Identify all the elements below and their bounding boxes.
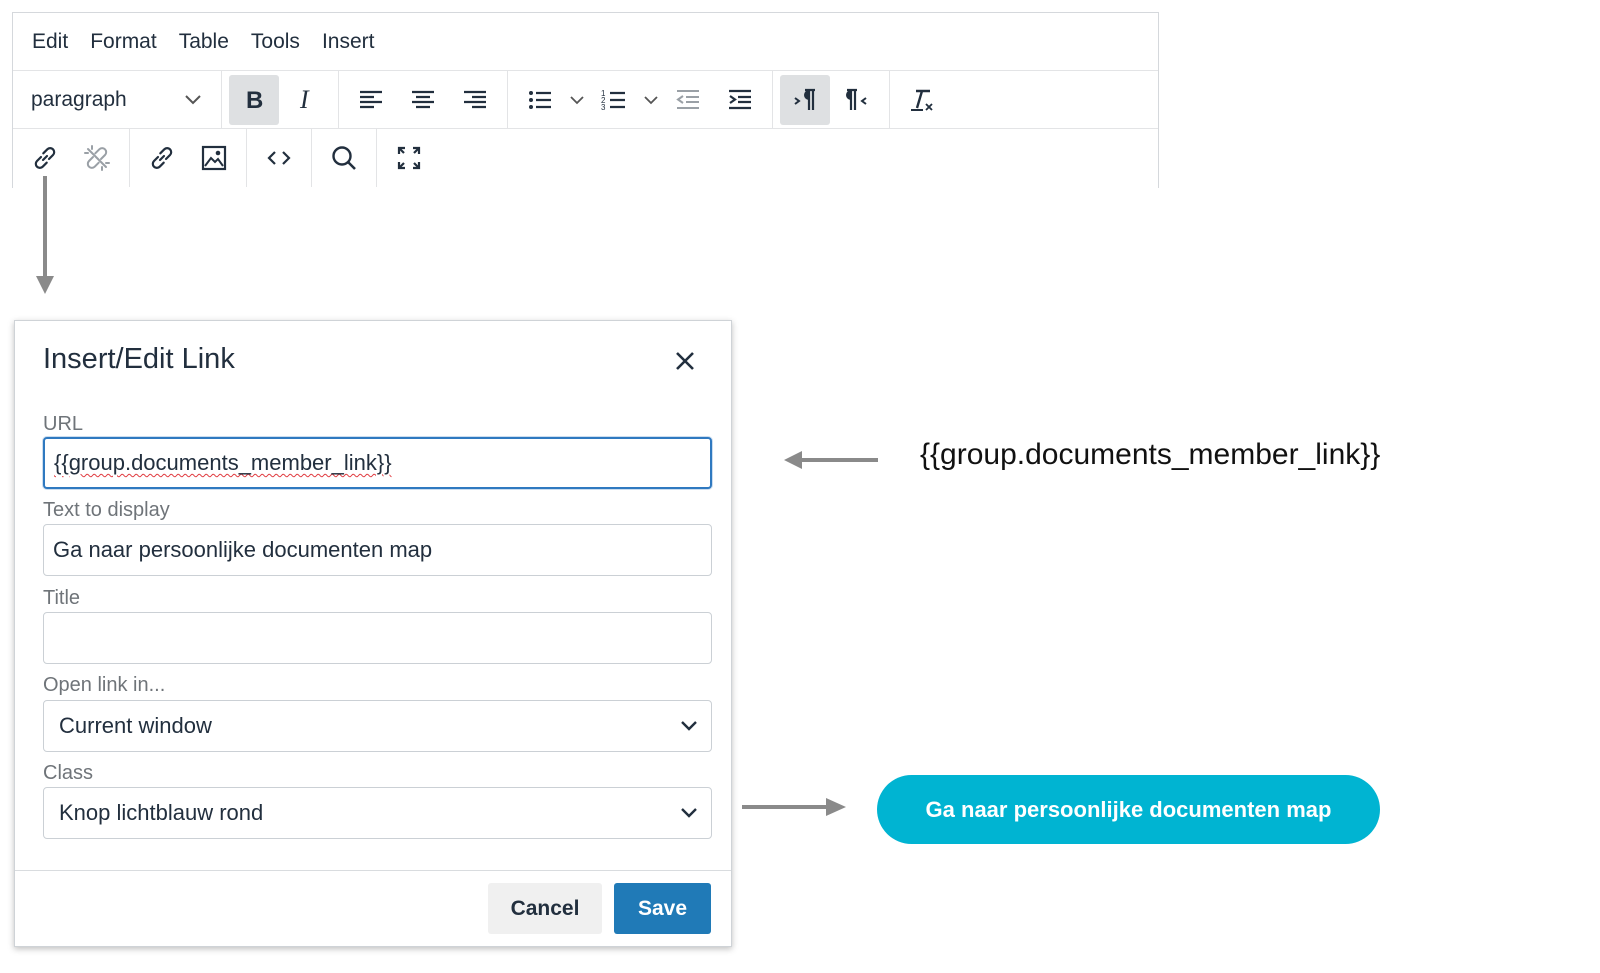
outdent-button[interactable]	[663, 75, 713, 125]
insert-link-dialog: Insert/Edit Link URL {{group.documents_m…	[14, 320, 732, 947]
url-input[interactable]: {{group.documents_member_link}}	[43, 437, 712, 489]
numbered-list-button[interactable]: 123	[589, 75, 639, 125]
clear-format-group	[890, 71, 954, 128]
insert-link-button[interactable]	[137, 133, 187, 183]
class-label: Class	[43, 762, 94, 784]
menu-format[interactable]: Format	[82, 24, 165, 60]
numbered-list-dropdown[interactable]	[640, 75, 662, 125]
italic-icon: I	[299, 86, 310, 114]
open-link-in-label: Open link in...	[43, 674, 166, 696]
image-icon	[201, 145, 227, 171]
indent-button[interactable]	[715, 75, 765, 125]
fullscreen-button[interactable]	[384, 133, 434, 183]
source-code-button[interactable]	[254, 133, 304, 183]
align-left-icon	[360, 90, 382, 108]
text-style-group: B I	[222, 71, 339, 128]
class-select[interactable]: Knop lichtblauw rond	[43, 787, 712, 839]
align-center-button[interactable]	[398, 75, 448, 125]
menu-table[interactable]: Table	[171, 24, 237, 60]
unlink-icon	[84, 145, 110, 171]
save-button[interactable]: Save	[614, 883, 711, 934]
open-link-in-select[interactable]: Current window	[43, 700, 712, 752]
fullscreen-icon	[397, 146, 421, 170]
url-input-value: {{group.documents_member_link}}	[54, 450, 392, 475]
menu-insert[interactable]: Insert	[314, 24, 383, 60]
bullet-list-icon	[529, 90, 551, 109]
svg-text:3: 3	[601, 103, 606, 112]
link-icon	[151, 147, 173, 169]
title-input[interactable]	[43, 612, 712, 664]
cancel-button[interactable]: Cancel	[488, 883, 602, 934]
url-annotation-text: {{group.documents_member_link}}	[920, 438, 1381, 471]
outdent-icon	[676, 89, 699, 109]
chevron-down-icon	[644, 95, 658, 104]
search-group	[312, 129, 377, 187]
text-to-display-label: Text to display	[43, 499, 170, 521]
svg-text:I: I	[299, 86, 310, 114]
rtl-button[interactable]	[832, 75, 882, 125]
url-label: URL	[43, 413, 84, 435]
fullscreen-group	[377, 129, 441, 187]
align-right-button[interactable]	[450, 75, 500, 125]
search-replace-button[interactable]	[319, 133, 369, 183]
right-arrow	[742, 798, 846, 816]
clear-formatting-icon	[911, 89, 933, 111]
class-value: Knop lichtblauw rond	[59, 800, 264, 825]
alignment-group	[339, 71, 508, 128]
left-arrow	[784, 451, 878, 469]
block-format-group: paragraph	[13, 71, 222, 128]
text-to-display-input[interactable]: Ga naar persoonlijke documenten map	[43, 524, 712, 576]
dialog-footer: Cancel Save	[15, 870, 731, 946]
preview-link-button[interactable]: Ga naar persoonlijke documenten map	[877, 775, 1380, 844]
code-group	[247, 129, 312, 187]
ltr-icon	[794, 88, 815, 110]
title-label: Title	[43, 587, 81, 609]
block-format-value: paragraph	[31, 87, 127, 111]
numbered-list-icon: 123	[601, 89, 625, 112]
numbered-list-split: 123	[588, 75, 662, 125]
open-link-in-value: Current window	[59, 713, 212, 738]
rtl-icon	[846, 88, 867, 110]
indent-icon	[729, 89, 751, 109]
menu-edit[interactable]: Edit	[24, 24, 76, 60]
list-group: 123	[508, 71, 773, 128]
align-left-button[interactable]	[346, 75, 396, 125]
chevron-down-icon	[681, 721, 697, 731]
link-group	[13, 129, 130, 187]
media-group	[130, 129, 247, 187]
source-code-icon	[267, 151, 291, 165]
link-icon	[34, 147, 56, 169]
insert-image-button[interactable]	[189, 133, 239, 183]
svg-text:B: B	[246, 87, 263, 114]
bold-icon: B	[246, 87, 263, 114]
close-icon[interactable]	[671, 347, 699, 375]
unlink-button[interactable]	[72, 133, 122, 183]
ltr-button[interactable]	[780, 74, 830, 125]
clear-formatting-button[interactable]	[897, 75, 947, 125]
editor-toolbar: Edit Format Table Tools Insert paragraph…	[12, 12, 1159, 188]
toolbar-row-formatting: paragraph B I 1 2 3	[13, 71, 1158, 129]
bullet-list-dropdown[interactable]	[566, 75, 588, 125]
align-right-icon	[464, 90, 486, 108]
block-format-select[interactable]: paragraph	[19, 75, 215, 125]
down-arrow	[36, 176, 54, 294]
text-to-display-value: Ga naar persoonlijke documenten map	[53, 537, 433, 562]
chevron-down-icon	[570, 95, 584, 104]
align-center-icon	[412, 90, 434, 108]
toolbar-row-insert	[13, 129, 1158, 187]
dialog-title: Insert/Edit Link	[43, 343, 235, 375]
chevron-down-icon	[681, 808, 697, 818]
bullet-list-button[interactable]	[515, 75, 565, 125]
bold-button[interactable]: B	[229, 74, 279, 125]
chevron-down-icon	[185, 94, 201, 104]
menu-tools[interactable]: Tools	[243, 24, 308, 60]
bullet-list-split	[514, 75, 588, 125]
direction-group	[773, 71, 890, 128]
italic-button[interactable]: I	[281, 75, 331, 125]
menubar: Edit Format Table Tools Insert	[13, 13, 1158, 71]
search-icon	[332, 146, 356, 170]
